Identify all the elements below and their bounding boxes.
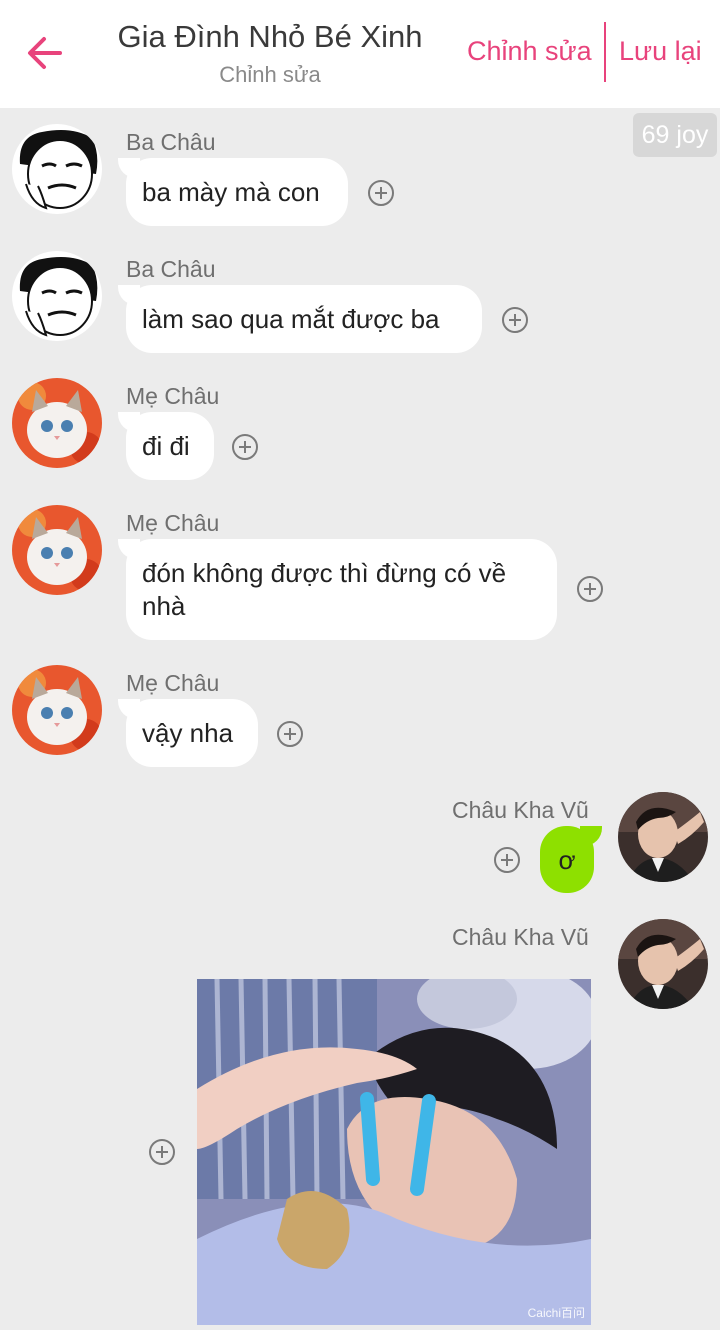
plus-circle-icon[interactable] — [277, 721, 303, 747]
plus-circle-icon[interactable] — [494, 847, 520, 873]
sender-name: Châu Kha Vũ — [452, 924, 589, 950]
avatar-boy-photo[interactable] — [618, 919, 708, 1009]
top-bar: Gia Đình Nhỏ Bé Xinh Chỉnh sửa Chỉnh sửa… — [0, 0, 720, 108]
plus-circle-icon[interactable] — [232, 434, 258, 460]
back-arrow-icon[interactable] — [22, 30, 68, 76]
avatar-boy-photo[interactable] — [618, 792, 708, 882]
avatar-meme-face[interactable] — [12, 124, 102, 214]
header-divider — [604, 22, 606, 82]
message-bubble[interactable]: ba mày mà con — [118, 158, 348, 226]
avatar-cat[interactable] — [12, 665, 102, 755]
save-button[interactable]: Lưu lại — [619, 36, 702, 67]
title-block: Gia Đình Nhỏ Bé Xinh Chỉnh sửa — [100, 18, 440, 88]
sender-name: Ba Châu — [126, 129, 216, 155]
sender-name: Mẹ Châu — [126, 383, 220, 409]
image-message[interactable]: Caichi百问 — [197, 979, 591, 1325]
avatar-cat[interactable] — [12, 505, 102, 595]
conversation-subtitle: Chỉnh sửa — [219, 62, 321, 87]
edit-button[interactable]: Chỉnh sửa — [467, 36, 592, 67]
message-bubble[interactable]: làm sao qua mắt được ba — [118, 285, 482, 353]
sender-name: Ba Châu — [126, 256, 216, 282]
message-bubble[interactable]: đi đi — [118, 412, 214, 480]
joy-counter-badge: 69 joy — [633, 113, 717, 157]
plus-circle-icon[interactable] — [502, 307, 528, 333]
message-bubble[interactable]: đón không được thì đừng có về nhà — [118, 539, 557, 640]
image-watermark: Caichi百问 — [527, 1306, 585, 1320]
plus-circle-icon[interactable] — [149, 1139, 175, 1165]
avatar-cat[interactable] — [12, 378, 102, 468]
message-bubble-self[interactable]: ơ — [540, 826, 602, 893]
sender-name: Mẹ Châu — [126, 510, 220, 536]
conversation-title: Gia Đình Nhỏ Bé Xinh — [117, 19, 423, 54]
sender-name: Mẹ Châu — [126, 670, 220, 696]
plus-circle-icon[interactable] — [368, 180, 394, 206]
sender-name: Châu Kha Vũ — [452, 797, 589, 823]
message-bubble[interactable]: vậy nha — [118, 699, 258, 767]
plus-circle-icon[interactable] — [577, 576, 603, 602]
avatar-meme-face[interactable] — [12, 251, 102, 341]
